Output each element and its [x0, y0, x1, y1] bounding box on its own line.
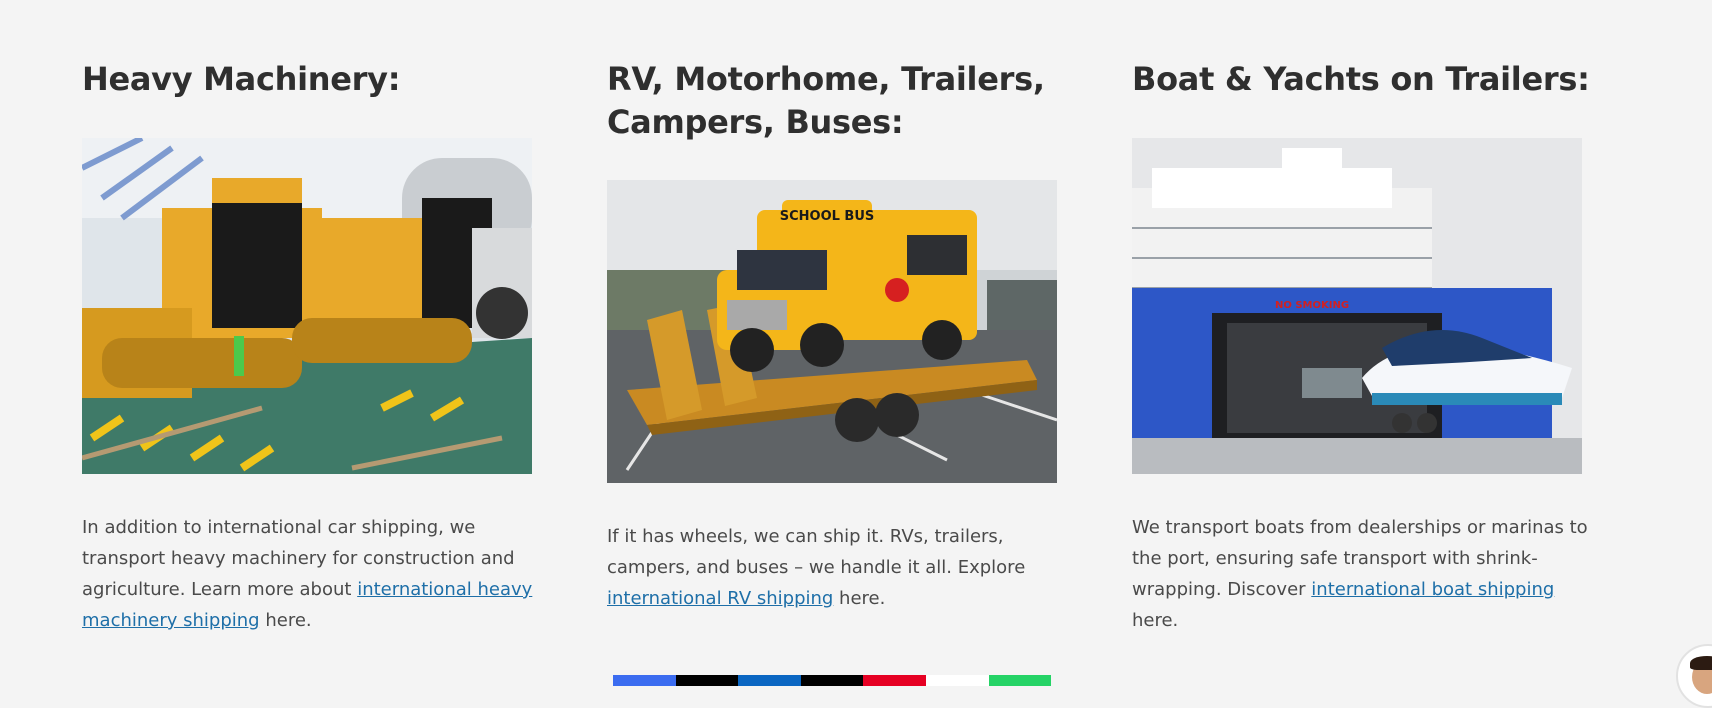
social-share-bar: [613, 675, 1052, 686]
x-share-button[interactable]: [675, 675, 739, 686]
description-text: If it has wheels, we can ship it. RVs, t…: [607, 526, 1026, 578]
section-description: In addition to international car shippin…: [82, 512, 542, 636]
svg-text:SCHOOL BUS: SCHOOL BUS: [780, 209, 875, 224]
school-bus-image: SCHOOL BUS: [607, 180, 1057, 483]
section-description: If it has wheels, we can ship it. RVs, t…: [607, 521, 1067, 614]
rv-shipping-link[interactable]: international RV shipping: [607, 588, 833, 609]
section-heading: Boat & Yachts on Trailers:: [1132, 60, 1590, 98]
whatsapp-share-button[interactable]: [988, 675, 1052, 686]
section-heading: RV, Motorhome, Trailers, Campers, Buses:: [607, 60, 1045, 141]
svg-text:NO SMOKING: NO SMOKING: [1275, 300, 1349, 311]
chat-avatar-button[interactable]: [1676, 644, 1712, 708]
linkedin-share-button[interactable]: [738, 675, 801, 686]
avatar-hair: [1690, 656, 1712, 670]
section-description: We transport boats from dealerships or m…: [1132, 512, 1592, 636]
heavy-machinery-image: [82, 138, 532, 474]
description-suffix: here.: [833, 588, 886, 609]
tiktok-share-button[interactable]: [800, 675, 864, 686]
description-suffix: here.: [259, 610, 312, 631]
section-heading: Heavy Machinery:: [82, 60, 401, 98]
description-suffix: here.: [1132, 610, 1179, 631]
email-share-button[interactable]: [925, 675, 989, 686]
facebook-share-button[interactable]: [613, 675, 676, 686]
boat-shipping-link[interactable]: international boat shipping: [1311, 579, 1554, 600]
boat-ship-image: NO SMOKING: [1132, 138, 1582, 474]
pinterest-share-button[interactable]: [863, 675, 926, 686]
